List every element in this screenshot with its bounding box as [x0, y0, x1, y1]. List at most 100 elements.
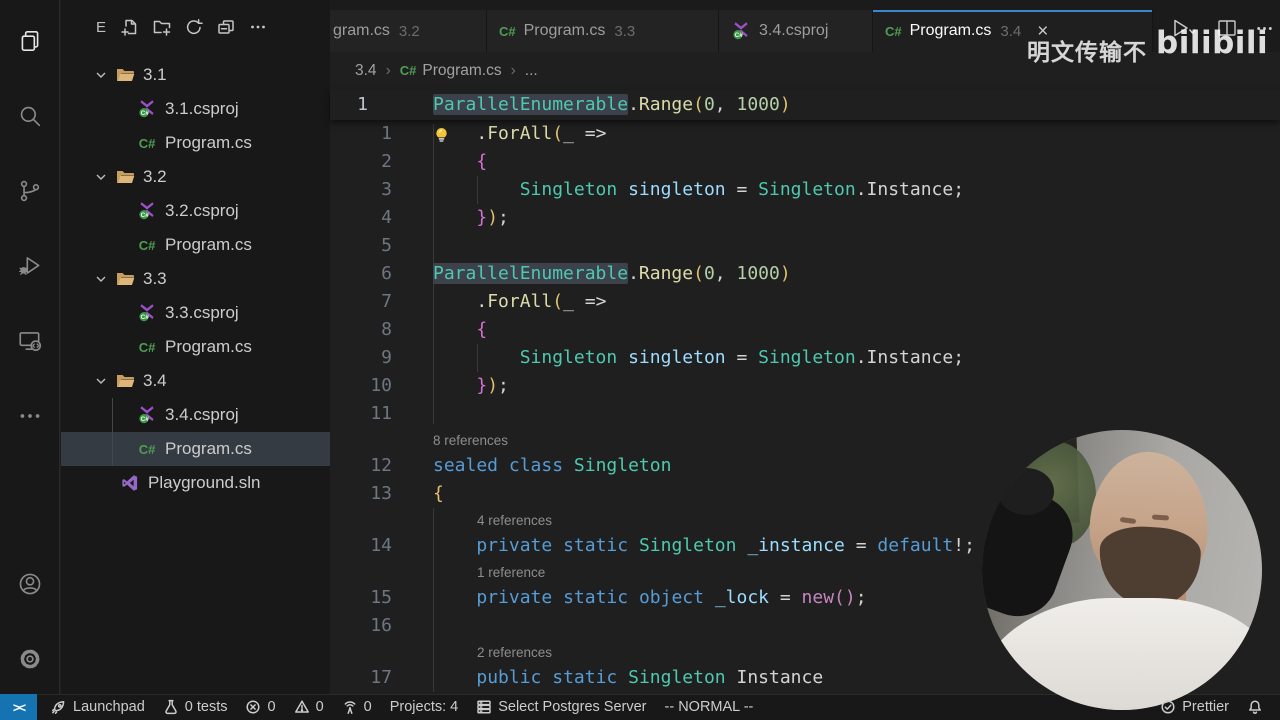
- code-line: 10 });: [330, 372, 1280, 400]
- more-actions-icon: [249, 18, 267, 36]
- status-label: 0: [267, 699, 276, 715]
- code-token: 0: [703, 94, 715, 115]
- code-token: static: [552, 667, 618, 688]
- vscode-window: E 3.1 C# 3.1.csproj C# Program.cs 3.2 C# 3.2.cs…: [0, 0, 1280, 720]
- more-views-icon: [17, 403, 43, 429]
- more-actions-button[interactable]: [1255, 19, 1274, 38]
- status-normal[interactable]: -- NORMAL --: [656, 694, 763, 720]
- tree-file-3.2.csproj[interactable]: C# 3.2.csproj: [61, 194, 330, 228]
- activity-search[interactable]: [0, 91, 60, 141]
- code-token: _ =>: [563, 123, 607, 144]
- code-token: Singleton: [573, 455, 672, 476]
- code-token: _lock: [714, 587, 769, 608]
- status-prettier[interactable]: Prettier: [1151, 694, 1238, 720]
- csharp-file-icon: C#: [138, 441, 156, 457]
- collapse-all-button[interactable]: [215, 16, 237, 38]
- tab-gram-cs[interactable]: gram.cs 3.2: [330, 10, 487, 52]
- activity-explorer[interactable]: [0, 16, 60, 66]
- run-button[interactable]: [1169, 17, 1199, 39]
- tree-file-Program.cs[interactable]: C# Program.cs: [61, 126, 330, 160]
- activity-source-control[interactable]: [0, 166, 60, 216]
- status-0[interactable]: 0: [285, 694, 333, 720]
- status-projects-4[interactable]: Projects: 4: [381, 694, 468, 720]
- new-file-button[interactable]: [119, 16, 141, 38]
- line-number: 7: [381, 291, 392, 312]
- split-editor-button[interactable]: [1217, 18, 1237, 38]
- status-launchpad[interactable]: Launchpad: [42, 694, 154, 720]
- code-line-content: .ForAll(_ =>: [433, 288, 606, 316]
- code-line: 7 .ForAll(_ =>: [330, 288, 1280, 316]
- new-folder-icon: [153, 18, 171, 36]
- tree-file-Program.cs[interactable]: C# Program.cs: [61, 330, 330, 364]
- code-token: 0: [703, 263, 715, 284]
- status-bell[interactable]: [1238, 694, 1272, 720]
- line-number: 10: [370, 375, 392, 396]
- status-left-group: Launchpad 0 tests 0 0 0 Projects: 4 Select Pos…: [42, 694, 762, 720]
- explorer-actions: [119, 16, 269, 38]
- code-token: Range: [638, 263, 694, 284]
- tab-program-cs[interactable]: C# Program.cs 3.3: [487, 10, 719, 52]
- svg-text:C#: C#: [141, 212, 150, 219]
- activity-accounts[interactable]: [0, 559, 60, 609]
- tree-file-3.1.csproj[interactable]: C# 3.1.csproj: [61, 92, 330, 126]
- chevron-down-icon: [94, 68, 108, 82]
- activity-run-debug[interactable]: [0, 241, 60, 291]
- new-folder-button[interactable]: [151, 16, 173, 38]
- csharp-file-icon: C#: [138, 135, 156, 151]
- status-0[interactable]: 0: [236, 694, 284, 720]
- activity-more-views[interactable]: [0, 391, 60, 441]
- status-label: 0 tests: [184, 699, 228, 715]
- code-token: (): [834, 587, 856, 608]
- more-actions-button[interactable]: [247, 16, 269, 38]
- chevron-down-icon: [94, 170, 108, 184]
- remote-indicator[interactable]: ><: [0, 694, 37, 720]
- tab-label: 3.4.csproj: [759, 22, 829, 39]
- folder-icon: [113, 67, 137, 83]
- code-token: (: [693, 263, 704, 284]
- svg-text:C#: C#: [141, 314, 150, 321]
- tree-file-3.3.csproj[interactable]: C# 3.3.csproj: [61, 296, 330, 330]
- code-token: _ =>: [563, 291, 607, 312]
- tree-file-Playground.sln[interactable]: Playground.sln: [61, 466, 330, 500]
- breadcrumb-item[interactable]: ...: [525, 62, 538, 80]
- tab-program-cs[interactable]: C# Program.cs 3.4 ×: [873, 10, 1153, 52]
- settings-icon: [17, 646, 43, 672]
- tree-folder-3.1[interactable]: 3.1: [61, 58, 330, 92]
- refresh-button[interactable]: [183, 16, 205, 38]
- tree-item-label: 3.1: [143, 65, 167, 84]
- code-token: .Instance;: [855, 347, 965, 368]
- tree-folder-3.2[interactable]: 3.2: [61, 160, 330, 194]
- code-token: .: [433, 291, 488, 312]
- status-0[interactable]: 0: [333, 694, 381, 720]
- tree-file-3.4.csproj[interactable]: C# 3.4.csproj: [61, 398, 330, 432]
- breadcrumb-item[interactable]: 3.4: [355, 62, 377, 80]
- code-token: Range: [638, 94, 694, 115]
- code-token: ;: [498, 375, 509, 396]
- tab-3-4-csproj[interactable]: C# 3.4.csproj: [719, 10, 873, 52]
- highlighted-symbol: ParallelEnumerable: [433, 263, 629, 284]
- tree-folder-3.3[interactable]: 3.3: [61, 262, 330, 296]
- tab-label: Program.cs: [909, 22, 992, 39]
- tree-file-Program.cs[interactable]: C# Program.cs: [61, 432, 330, 466]
- code-token: class: [508, 455, 564, 476]
- status-0-tests[interactable]: 0 tests: [154, 694, 237, 720]
- activity-settings[interactable]: [0, 634, 60, 684]
- close-icon[interactable]: ×: [1037, 22, 1048, 41]
- status-select-postgres-server[interactable]: Select Postgres Server: [467, 694, 655, 720]
- webcam-microphone-head: [998, 468, 1054, 515]
- activity-remote-explorer[interactable]: [0, 316, 60, 366]
- tree-folder-3.4[interactable]: 3.4: [61, 364, 330, 398]
- breadcrumb-item[interactable]: C# Program.cs: [400, 62, 502, 80]
- code-line-content: {: [433, 480, 444, 508]
- tab-bar: gram.cs 3.2 C# Program.cs 3.3 C# 3.4.csproj C# P…: [330, 0, 1280, 52]
- tree-file-Program.cs[interactable]: C# Program.cs: [61, 228, 330, 262]
- svg-text:C#: C#: [141, 110, 150, 117]
- code-token: =: [844, 535, 878, 556]
- code-token: new: [801, 587, 835, 608]
